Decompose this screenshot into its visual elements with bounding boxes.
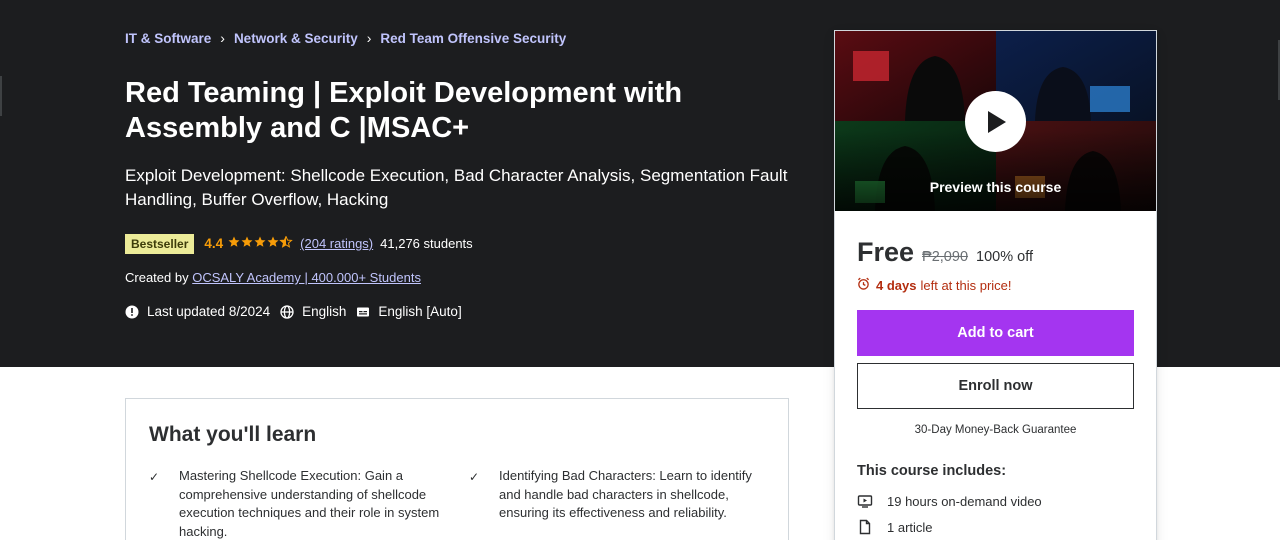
last-updated: Last updated 8/2024 [125, 304, 270, 319]
alert-badge-icon [125, 305, 139, 319]
language-text: English [302, 304, 347, 319]
created-by: Created by OCSALY Academy | 400.000+ Stu… [125, 270, 421, 285]
learn-item: ✓ Mastering Shellcode Execution: Gain a … [149, 467, 469, 540]
check-icon: ✓ [149, 470, 160, 484]
created-by-label: Created by [125, 270, 189, 285]
last-updated-text: Last updated 8/2024 [147, 304, 271, 319]
discount-percent: 100% off [976, 249, 1033, 265]
add-to-cart-button[interactable]: Add to cart [857, 310, 1134, 356]
rating-value: 4.4 [204, 236, 224, 251]
chevron-right-icon: › [366, 30, 372, 46]
course-meta: Last updated 8/2024 English English [Aut… [125, 304, 472, 319]
rating-row: Bestseller 4.4 (204 ratings) 41,276 stud… [125, 233, 473, 254]
learn-title: What you'll learn [149, 423, 317, 446]
chevron-right-icon: › [220, 30, 225, 46]
captions: English [Auto] [356, 304, 462, 319]
timer-days: 4 days [876, 277, 917, 293]
breadcrumb-item-network-security[interactable]: Network & Security [234, 31, 358, 46]
bestseller-badge: Bestseller [125, 233, 195, 254]
play-icon [987, 110, 1006, 133]
original-price: ₱2,090 [922, 249, 969, 265]
check-icon: ✓ [469, 470, 480, 484]
alarm-clock-icon [857, 277, 870, 293]
breadcrumb-item-red-team[interactable]: Red Team Offensive Security [380, 31, 566, 46]
closed-captions-icon [356, 305, 370, 319]
instructor-link[interactable]: OCSALY Academy | 400.000+ Students [192, 270, 421, 285]
students-count: 41,276 students [380, 236, 473, 251]
include-item-article: 1 article [857, 519, 933, 535]
timer-text: left at this price! [920, 277, 1012, 293]
course-preview[interactable]: Preview this course [835, 31, 1156, 211]
learn-item: ✓ Identifying Bad Characters: Learn to i… [469, 467, 789, 540]
course-subtitle: Exploit Development: Shellcode Execution… [125, 166, 788, 209]
include-item-label: 1 article [887, 519, 933, 535]
learn-list: ✓ Mastering Shellcode Execution: Gain a … [149, 467, 789, 540]
globe-icon [280, 304, 294, 319]
learn-item-text: Mastering Shellcode Execution: Gain a co… [179, 468, 440, 539]
language: English [280, 304, 346, 319]
money-back-guarantee: 30-Day Money-Back Guarantee [914, 424, 1077, 436]
learn-item-text: Identifying Bad Characters: Learn to ide… [499, 468, 752, 520]
what-youll-learn: What you'll learn ✓ Mastering Shellcode … [125, 398, 789, 540]
breadcrumb: IT & Software › Network & Security › Red… [125, 30, 566, 46]
breadcrumb-item-it-software[interactable]: IT & Software [125, 31, 211, 46]
course-title: Red Teaming | Exploit Development with A… [125, 77, 683, 144]
star-rating-icon [228, 235, 294, 251]
captions-text: English [Auto] [378, 304, 462, 319]
includes-title: This course includes: [857, 463, 1007, 479]
play-button[interactable] [965, 91, 1026, 152]
enroll-now-button[interactable]: Enroll now [857, 363, 1134, 409]
ratings-link[interactable]: (204 ratings) [300, 236, 373, 251]
left-edge-divider [0, 76, 2, 116]
video-icon [857, 493, 873, 509]
price-row: Free ₱2,090 100% off [857, 237, 1033, 268]
include-item-label: 19 hours on-demand video [887, 493, 1042, 509]
file-icon [857, 519, 873, 535]
preview-label[interactable]: Preview this course [835, 179, 1156, 195]
include-item-video: 19 hours on-demand video [857, 493, 1042, 509]
purchase-sidebar: Preview this course Free ₱2,090 100% off… [834, 30, 1157, 540]
current-price: Free [857, 237, 915, 267]
price-timer: 4 days left at this price! [857, 277, 1012, 293]
